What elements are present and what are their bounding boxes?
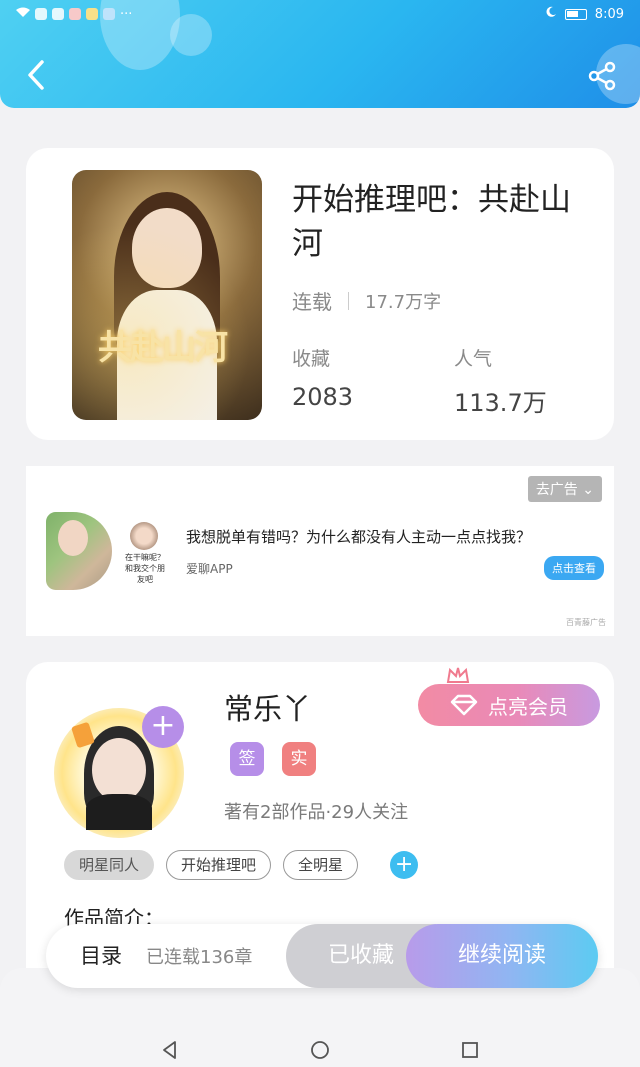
system-navigation-bar	[0, 1032, 640, 1067]
book-info-card: 共赴山河 开始推理吧：共赴山河 连载 17.7万字 收藏 2083 人气 113…	[26, 148, 614, 440]
tag-list: 明星同人 开始推理吧 全明星 +	[64, 850, 419, 880]
book-cover-image[interactable]: 共赴山河	[72, 170, 262, 420]
vip-label: 点亮会员	[488, 694, 568, 719]
avatar-body	[86, 794, 152, 830]
nav-back-icon[interactable]	[160, 1040, 180, 1060]
book-status: 连载	[292, 290, 332, 314]
cover-logo: 共赴山河	[98, 328, 228, 368]
ad-image-face	[58, 520, 88, 556]
book-title: 开始推理吧：共赴山河	[292, 182, 571, 262]
book-meta: 连载 17.7万字	[292, 286, 441, 315]
ad-avatar-caption: 在干嘛呢？和我交个朋友吧	[125, 553, 165, 584]
app-notification-icon	[69, 8, 81, 20]
ad-cta-button[interactable]: 点击查看	[544, 556, 604, 580]
nav-recents-icon[interactable]	[460, 1040, 480, 1060]
status-bar: ··· 8:09	[16, 4, 624, 24]
wifi-icon	[16, 7, 30, 22]
ad-source: 爱聊APP	[186, 562, 233, 576]
moon-icon	[545, 6, 557, 22]
ad-provider-mark: 百青藤广告	[566, 618, 606, 627]
ad-banner[interactable]: 去广告 ⌄ 在干嘛呢？和我交个朋友吧 我想脱单有错吗？为什么都没有人主动一点点找…	[26, 466, 614, 636]
app-notification-icon	[35, 8, 47, 20]
nav-home-icon[interactable]	[310, 1040, 330, 1060]
status-time: 8:09	[594, 6, 624, 22]
avatar-face	[92, 738, 146, 802]
signed-badge: 签	[230, 742, 264, 776]
bottom-action-bar: 目录 已连载136章 已收藏 继续阅读	[46, 924, 598, 988]
app-notification-icon	[103, 8, 115, 20]
remove-ad-button[interactable]: 去广告 ⌄	[527, 476, 602, 502]
app-notification-icon	[86, 8, 98, 20]
tag-item[interactable]: 明星同人	[64, 850, 155, 880]
top-header: ··· 8:09	[0, 0, 640, 108]
author-stats: 著有2部作品·29人关注	[224, 802, 409, 823]
crown-icon	[446, 667, 470, 683]
remove-ad-label: 去广告	[535, 482, 578, 498]
ad-image[interactable]	[46, 512, 112, 590]
continue-reading-button[interactable]: 继续阅读	[406, 924, 598, 988]
verified-badge: 实	[282, 742, 316, 776]
author-name[interactable]: 常乐丫	[224, 686, 311, 728]
follow-author-button[interactable]: +	[142, 706, 184, 748]
ad-avatar	[130, 522, 158, 550]
favorites-label: 收藏	[292, 348, 331, 370]
vip-button[interactable]: 点亮会员	[418, 684, 600, 726]
cover-glow	[72, 170, 262, 420]
cloud-icon	[52, 8, 64, 20]
tag-item[interactable]: 全明星	[283, 850, 359, 880]
share-button[interactable]	[586, 60, 618, 92]
status-right: 8:09	[545, 6, 624, 22]
tag-item[interactable]: 开始推理吧	[166, 850, 272, 880]
ad-headline[interactable]: 我想脱单有错吗？为什么都没有人主动一点点找我？	[186, 526, 531, 547]
favorites-stat: 收藏 2083	[292, 344, 353, 411]
meta-divider	[348, 291, 349, 310]
popularity-stat: 人气 113.7万	[454, 344, 547, 418]
battery-icon	[564, 8, 587, 20]
add-tag-button[interactable]: +	[390, 851, 419, 879]
favorites-value: 2083	[292, 383, 354, 411]
chevron-left-icon	[28, 60, 44, 90]
diamond-icon	[450, 694, 478, 716]
share-icon	[588, 61, 616, 91]
status-left-icons: ···	[16, 7, 132, 22]
back-button[interactable]	[22, 58, 52, 92]
popularity-label: 人气	[454, 348, 493, 370]
toc-button[interactable]: 目录	[80, 940, 122, 970]
popularity-value: 113.7万	[454, 389, 547, 417]
word-count: 17.7万字	[365, 291, 442, 313]
chevron-down-icon: ⌄	[582, 482, 594, 498]
chapter-count[interactable]: 已连载136章	[146, 943, 252, 969]
more-notifications-icon: ···	[120, 6, 133, 22]
